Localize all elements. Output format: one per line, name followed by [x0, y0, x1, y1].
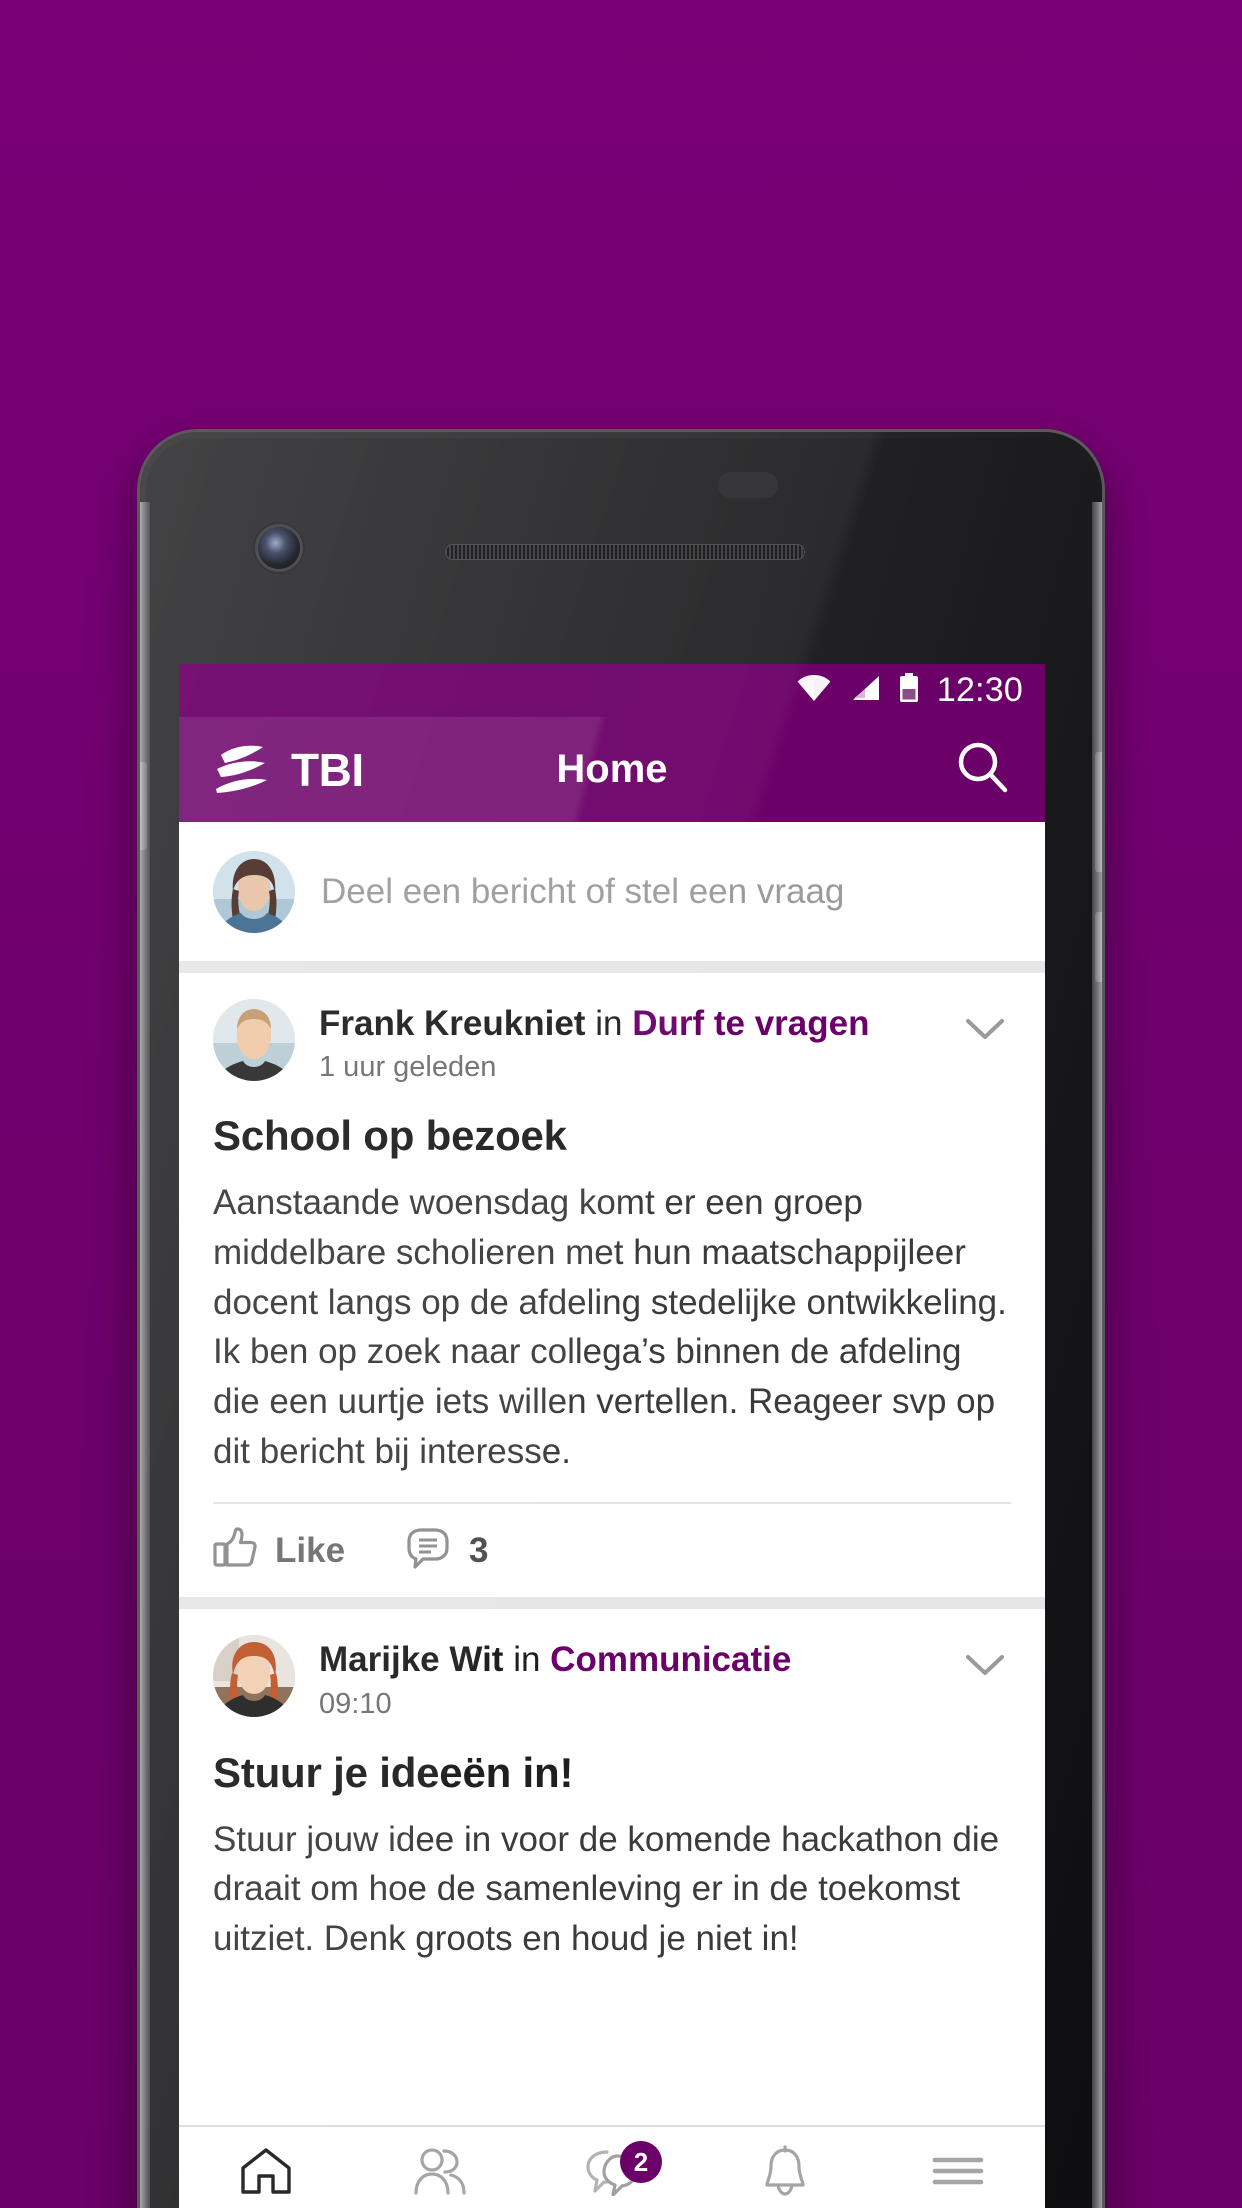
- comment-count: 3: [469, 1530, 489, 1570]
- status-bar-clock: 12:30: [936, 671, 1023, 709]
- like-button[interactable]: Like: [213, 1527, 345, 1574]
- battery-icon: [898, 673, 920, 708]
- post-author-line: Frank Kreukniet in Durf te vragen: [319, 1003, 939, 1044]
- phone-device-mockup: 12:30 TBI Home Deel een bericht of stel …: [140, 432, 1102, 2208]
- current-user-avatar: [213, 850, 295, 933]
- secondary-side-button: [1095, 912, 1102, 982]
- cellular-signal-icon: [849, 674, 881, 707]
- post-body: Stuur jouw idee in voor de komende hacka…: [213, 1819, 1000, 1959]
- post-actions: Like 3: [213, 1502, 1011, 1597]
- chevron-down-icon: [963, 1655, 1007, 1683]
- nav-item-chat[interactable]: 2 Chat: [525, 2127, 698, 2208]
- post-author-name: Marijke Wit: [319, 1640, 504, 1680]
- search-button[interactable]: [955, 739, 1045, 800]
- post-meta: Marijke Wit in Communicatie 09:10: [319, 1635, 939, 1720]
- bottom-navigation-bar: Home Mensen: [179, 2125, 1045, 2208]
- earpiece-speaker: [445, 544, 805, 560]
- post-author-line: Marijke Wit in Communicatie: [319, 1639, 939, 1680]
- hamburger-menu-icon: [931, 2151, 985, 2196]
- search-icon: [955, 739, 1011, 800]
- volume-button: [1095, 752, 1102, 872]
- power-button: [140, 762, 147, 850]
- post-timestamp: 09:10: [319, 1687, 392, 1720]
- comment-button[interactable]: 3: [405, 1526, 489, 1575]
- app-logo-text: TBI: [291, 743, 364, 796]
- chevron-down-icon: [963, 1019, 1007, 1047]
- bell-icon: [760, 2145, 810, 2202]
- section-divider: [179, 1597, 1045, 1610]
- post-card: Frank Kreukniet in Durf te vragen 1 uur …: [179, 973, 1045, 1598]
- post-composer[interactable]: Deel een bericht of stel een vraag: [179, 822, 1045, 961]
- people-icon: [411, 2146, 467, 2201]
- post-author-name: Frank Kreukniet: [319, 1004, 586, 1043]
- post-title: School op bezoek: [213, 1112, 567, 1160]
- post-author-avatar[interactable]: [213, 1635, 295, 1718]
- phone-screen: 12:30 TBI Home Deel een bericht of stel …: [179, 664, 1045, 2208]
- post-author-connector: in: [513, 1640, 541, 1680]
- nav-item-notificaties[interactable]: Notificaties: [699, 2127, 872, 2208]
- nav-item-mensen[interactable]: Mensen: [352, 2127, 525, 2208]
- post-group-name[interactable]: Communicatie: [550, 1640, 791, 1679]
- front-camera: [258, 527, 300, 569]
- post-group-name[interactable]: Durf te vragen: [632, 1004, 869, 1043]
- post-header: Marijke Wit in Communicatie 09:10: [213, 1609, 1011, 1720]
- post-body: Aanstaande woensdag komt er een groep mi…: [213, 1183, 1007, 1471]
- chat-unread-badge: 2: [620, 2141, 662, 2183]
- post-author-connector: in: [595, 1004, 623, 1043]
- proximity-sensor: [718, 472, 778, 498]
- status-bar: 12:30: [179, 664, 1045, 717]
- app-logo[interactable]: TBI: [179, 742, 364, 798]
- post-meta: Frank Kreukniet in Durf te vragen 1 uur …: [319, 999, 939, 1084]
- composer-placeholder-text: Deel een bericht of stel een vraag: [321, 871, 845, 911]
- post-header: Frank Kreukniet in Durf te vragen 1 uur …: [213, 973, 1011, 1084]
- like-label: Like: [275, 1530, 346, 1570]
- post-options-button[interactable]: [963, 999, 1011, 1048]
- post-card: Marijke Wit in Communicatie 09:10 Stuur …: [179, 1609, 1045, 1964]
- home-icon: [239, 2146, 293, 2201]
- post-options-button[interactable]: [963, 1635, 1011, 1684]
- nav-item-meer[interactable]: Meer: [872, 2127, 1045, 2208]
- thumbs-up-icon: [213, 1527, 257, 1574]
- nav-item-home[interactable]: Home: [179, 2127, 352, 2208]
- post-timestamp: 1 uur geleden: [319, 1051, 497, 1084]
- comment-icon: [405, 1526, 451, 1575]
- phone-left-rail: [140, 502, 150, 2208]
- app-bar: TBI Home: [179, 717, 1045, 822]
- post-title: Stuur je ideeën in!: [213, 1748, 574, 1796]
- wifi-icon: [796, 674, 832, 707]
- tbi-logo-icon: [215, 742, 277, 798]
- section-divider: [179, 961, 1045, 973]
- post-author-avatar[interactable]: [213, 999, 295, 1081]
